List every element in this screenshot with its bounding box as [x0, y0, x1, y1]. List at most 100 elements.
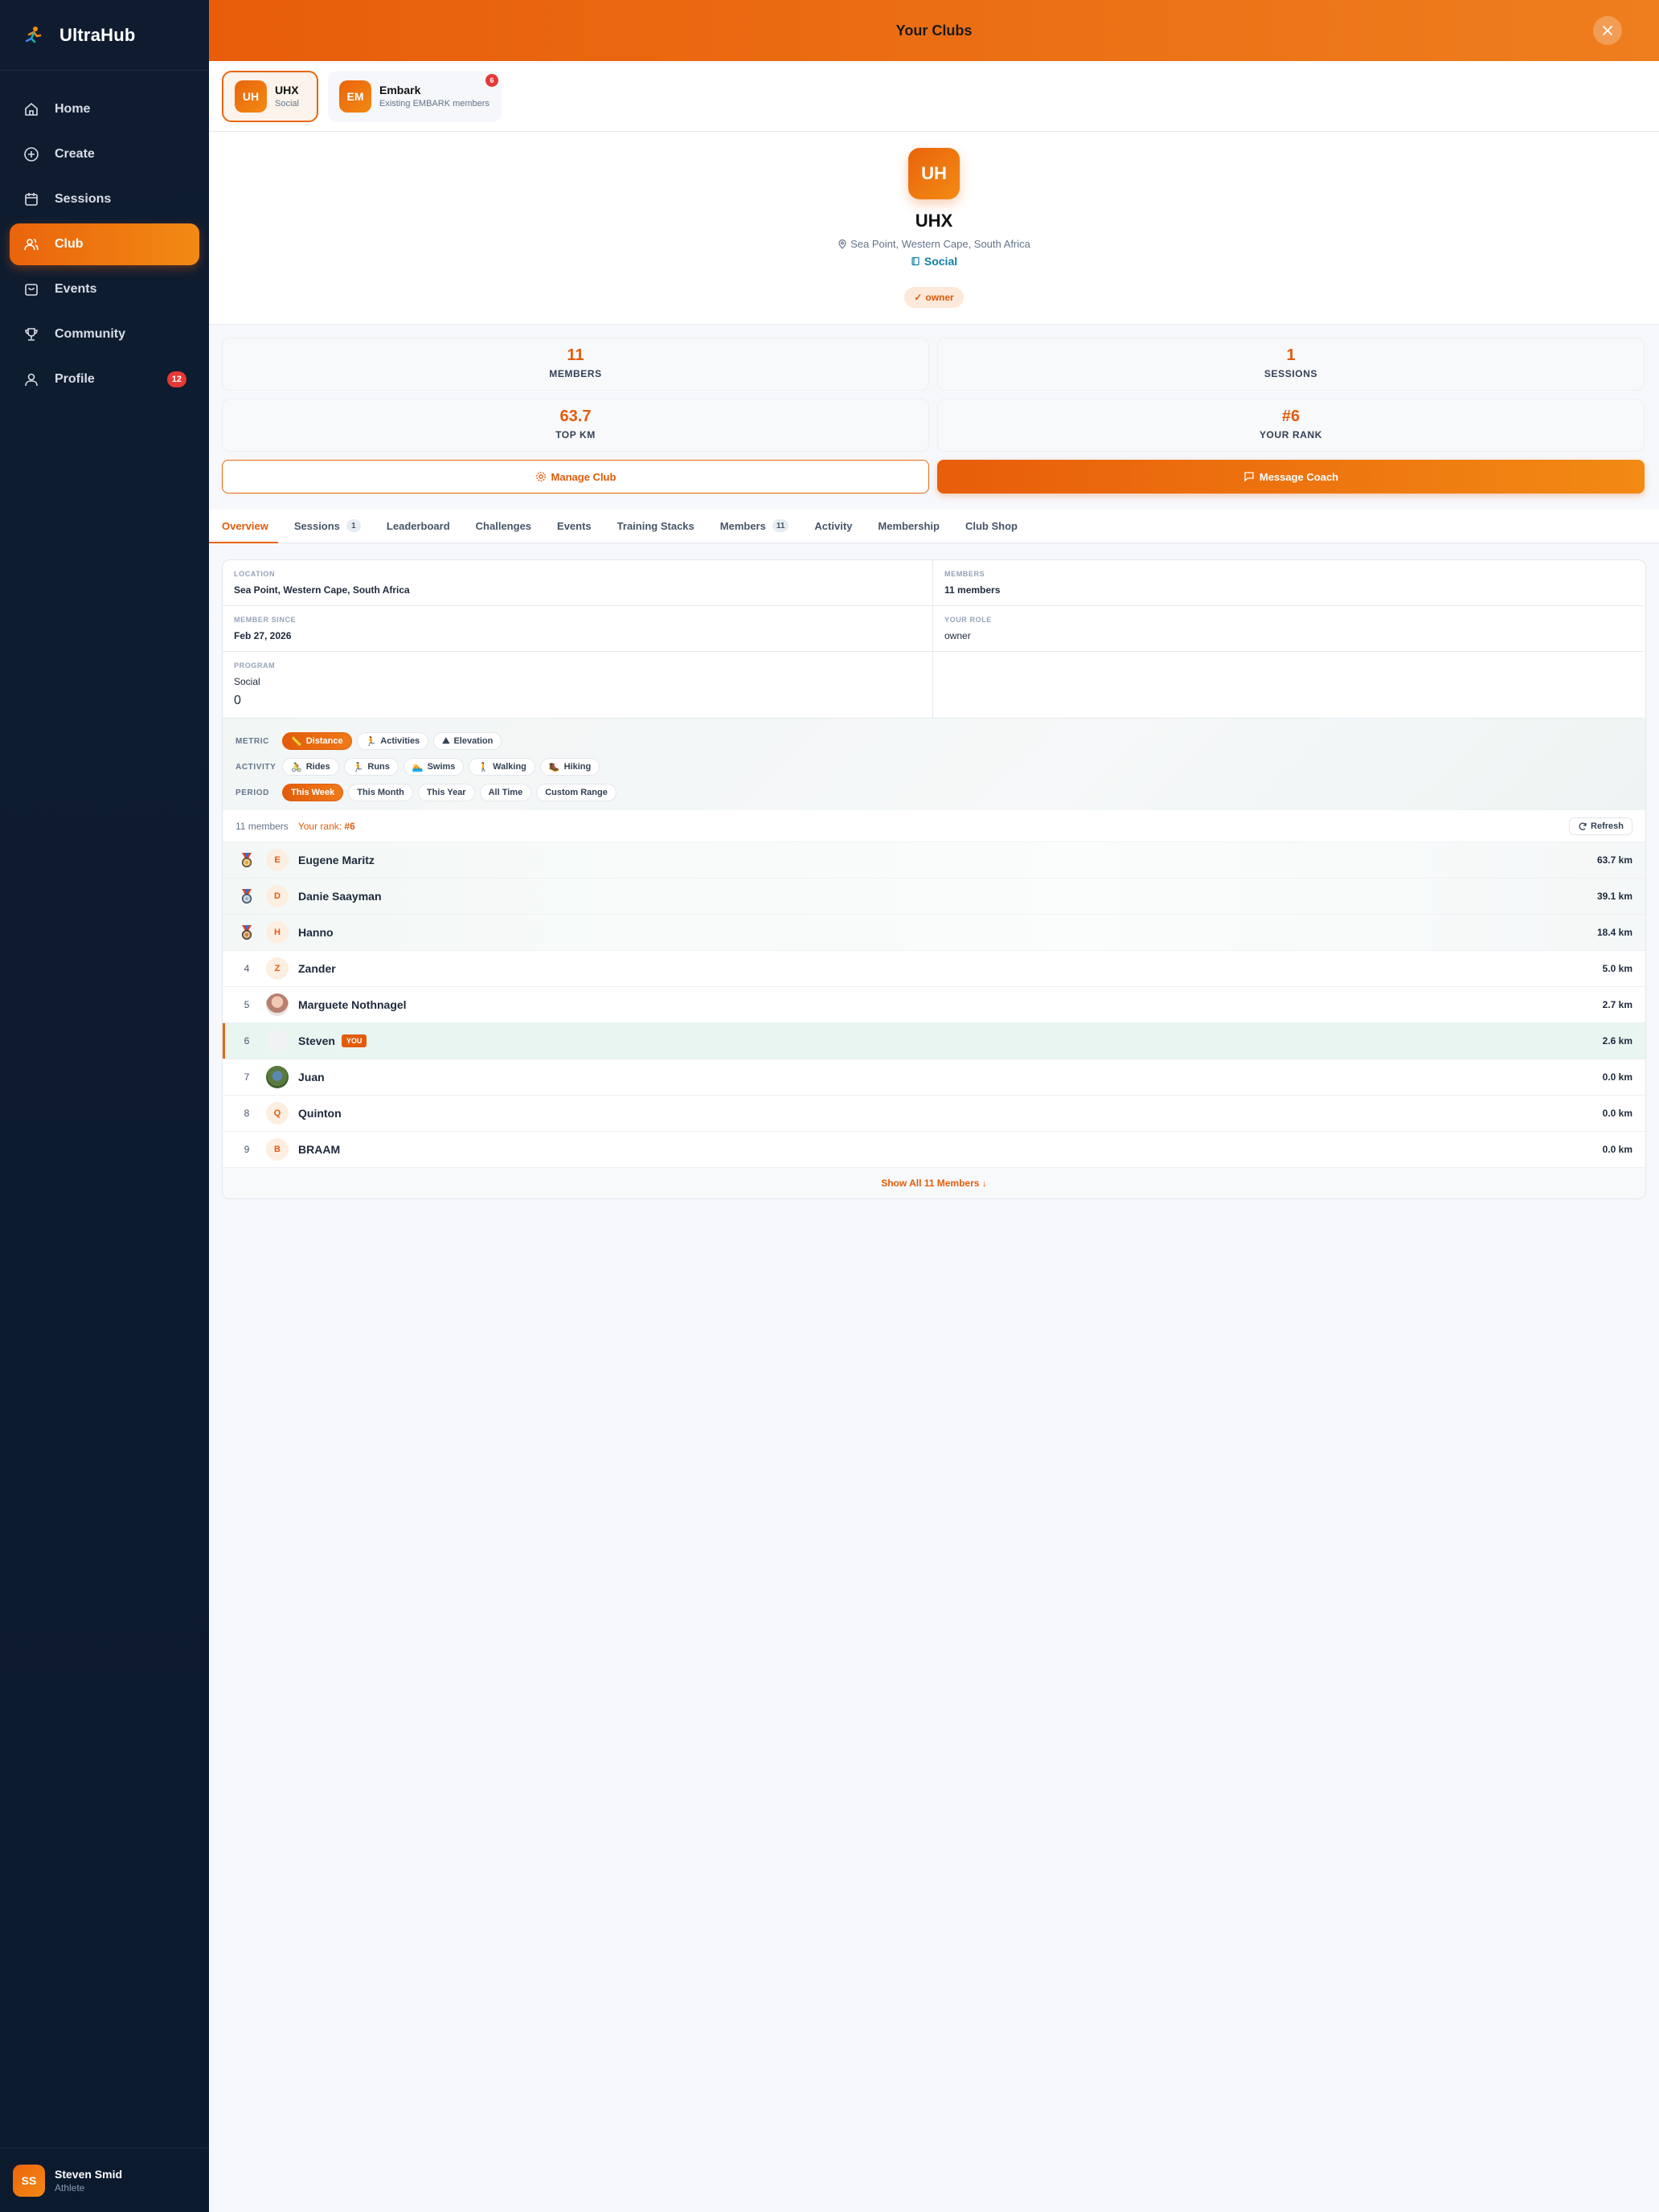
filter-chip-walking[interactable]: 🚶 Walking	[469, 758, 535, 776]
mountain-icon: ⛰	[442, 735, 450, 746]
tab-membership[interactable]: Membership	[878, 509, 940, 543]
filter-row-period: PERIOD This Week This Month This Year Al…	[236, 780, 1632, 805]
info-grid: LOCATION Sea Point, Western Cape, South …	[223, 560, 1645, 719]
info-value: owner	[944, 630, 971, 641]
club-program-text: Social	[924, 255, 958, 268]
tab-activity[interactable]: Activity	[814, 509, 852, 543]
filter-chip-this-week[interactable]: This Week	[282, 784, 344, 801]
nav-item-profile[interactable]: Profile 12	[10, 358, 199, 400]
leaderboard-row[interactable]: 7 Juan 0.0 km	[223, 1059, 1645, 1096]
chip-label: This Week	[291, 788, 335, 797]
info-value: Feb 27, 2026	[234, 630, 292, 641]
leaderboard-row[interactable]: 8 Q Quinton 0.0 km	[223, 1096, 1645, 1132]
tab-club-shop[interactable]: Club Shop	[965, 509, 1018, 543]
filter-chip-rides[interactable]: 🚴 Rides	[282, 758, 339, 776]
avatar	[266, 1030, 289, 1052]
tab-sessions[interactable]: Sessions 1	[294, 509, 361, 543]
chip-label: Rides	[305, 762, 330, 772]
tab-challenges[interactable]: Challenges	[476, 509, 531, 543]
show-all-members-button[interactable]: Show All 11 Members ↓	[223, 1168, 1645, 1198]
brand[interactable]: UltraHub	[0, 0, 209, 71]
refresh-icon	[1579, 822, 1587, 830]
message-icon	[1244, 472, 1254, 482]
tab-events[interactable]: Events	[557, 509, 592, 543]
notification-badge: 6	[485, 73, 498, 87]
filter-chip-activities[interactable]: 🏃 Activities	[356, 732, 429, 750]
tab-training-stacks[interactable]: Training Stacks	[617, 509, 694, 543]
rank-position: 5	[244, 999, 250, 1010]
leaderboard-row[interactable]: H Hanno 18.4 km	[223, 915, 1645, 951]
stat-value: 1	[1286, 346, 1296, 364]
stat-card-members: 11 MEMBERS	[222, 338, 929, 391]
member-name: Juan	[298, 1071, 325, 1083]
member-name: Zander	[298, 962, 336, 975]
club-chip-uhx[interactable]: UH UHX Social	[222, 70, 318, 122]
nav-item-sessions[interactable]: Sessions	[10, 178, 199, 220]
filter-chip-all-time[interactable]: All Time	[479, 784, 532, 801]
club-chip-embark[interactable]: EM Embark Existing EMBARK members 6	[328, 70, 502, 122]
club-chip-sub: Existing EMBARK members	[379, 99, 490, 109]
filter-chip-this-year[interactable]: This Year	[417, 784, 475, 801]
filter-chip-hiking[interactable]: 🥾 Hiking	[539, 758, 600, 776]
info-location: LOCATION Sea Point, Western Cape, South …	[223, 560, 933, 606]
nav-item-community[interactable]: Community	[10, 313, 199, 355]
info-empty	[933, 652, 1644, 719]
club-location: Sea Point, Western Cape, South Africa	[209, 238, 1659, 250]
main-panel: Your Clubs UH UHX Social EM Embark Exist…	[209, 0, 1659, 2212]
info-extra-value: 0	[234, 694, 241, 707]
leaderboard-row[interactable]: D Danie Saayman 39.1 km	[223, 879, 1645, 915]
message-coach-button[interactable]: Message Coach	[937, 460, 1645, 494]
nav-item-home[interactable]: Home	[10, 88, 199, 130]
filter-chip-elevation[interactable]: ⛰ Elevation	[433, 732, 502, 750]
filter-chip-this-month[interactable]: This Month	[348, 784, 413, 801]
filter-label: ACTIVITY	[236, 762, 276, 772]
distance-value: 18.4 km	[1596, 927, 1632, 938]
leaderboard-row[interactable]: 9 B BRAAM 0.0 km	[223, 1132, 1645, 1168]
info-role: YOUR ROLE owner	[933, 606, 1644, 652]
stats-grid: 11 MEMBERS 1 SESSIONS 63.7 TOP KM #6 YOU…	[209, 325, 1659, 452]
manage-club-button[interactable]: Manage Club	[222, 460, 929, 494]
nav-item-events[interactable]: Events	[10, 268, 199, 310]
club-profile: UH UHX Sea Point, Western Cape, South Af…	[209, 132, 1659, 325]
action-buttons: Manage Club Message Coach	[209, 452, 1659, 494]
info-value: Sea Point, Western Cape, South Africa	[234, 584, 410, 596]
gear-icon	[535, 472, 546, 481]
user-card[interactable]: SS Steven Smid Athlete	[0, 2148, 209, 2212]
nav-item-club[interactable]: Club	[10, 223, 199, 265]
tab-overview[interactable]: Overview	[209, 509, 278, 543]
stat-label: MEMBERS	[549, 368, 602, 379]
stat-card-sessions: 1 SESSIONS	[937, 338, 1645, 391]
leaderboard-header: 11 members Your rank: #6 Refresh	[223, 810, 1645, 842]
avatar: H	[266, 921, 289, 944]
close-button[interactable]	[1593, 16, 1622, 45]
stat-value: 63.7	[559, 408, 592, 425]
leaderboard-row[interactable]: 5 Marguete Nothnagel 2.7 km	[223, 987, 1645, 1023]
tab-label: Events	[557, 519, 592, 532]
distance-value: 5.0 km	[1602, 963, 1632, 974]
tab-count: 1	[346, 519, 361, 532]
filter-chip-distance[interactable]: 📏 Distance	[282, 732, 352, 750]
runner-icon: 🏃	[365, 736, 377, 747]
avatar: Z	[266, 957, 289, 980]
filter-chip-runs[interactable]: 🏃 Runs	[343, 758, 399, 776]
check-icon: ✓	[914, 292, 923, 303]
rank-label: Your rank:	[297, 820, 342, 832]
filter-row-activity: ACTIVITY 🚴 Rides 🏃 Runs 🏊 Swims 🚶 Walking 🥾 H…	[236, 754, 1632, 780]
nav-item-create[interactable]: Create	[10, 133, 199, 175]
club-program[interactable]: Social	[209, 255, 1659, 268]
ruler-icon: 📏	[291, 736, 302, 747]
leaderboard-row[interactable]: E Eugene Maritz 63.7 km	[223, 842, 1645, 879]
tab-label: Training Stacks	[616, 519, 694, 532]
refresh-button[interactable]: Refresh	[1569, 817, 1632, 835]
club-logo: UH	[908, 148, 960, 199]
leaderboard-row[interactable]: 6 Steven YOU 2.6 km	[223, 1023, 1645, 1059]
leaderboard-row[interactable]: 4 Z Zander 5.0 km	[223, 951, 1645, 987]
filter-chip-custom-range[interactable]: Custom Range	[536, 784, 616, 801]
tab-members[interactable]: Members 11	[720, 509, 789, 543]
filter-chip-swims[interactable]: 🏊 Swims	[403, 758, 465, 776]
distance-value: 0.0 km	[1602, 1144, 1632, 1155]
tab-label: Membership	[878, 519, 940, 532]
header-bar: Your Clubs	[209, 0, 1659, 61]
button-label: Refresh	[1591, 821, 1624, 831]
tab-leaderboard[interactable]: Leaderboard	[387, 509, 450, 543]
